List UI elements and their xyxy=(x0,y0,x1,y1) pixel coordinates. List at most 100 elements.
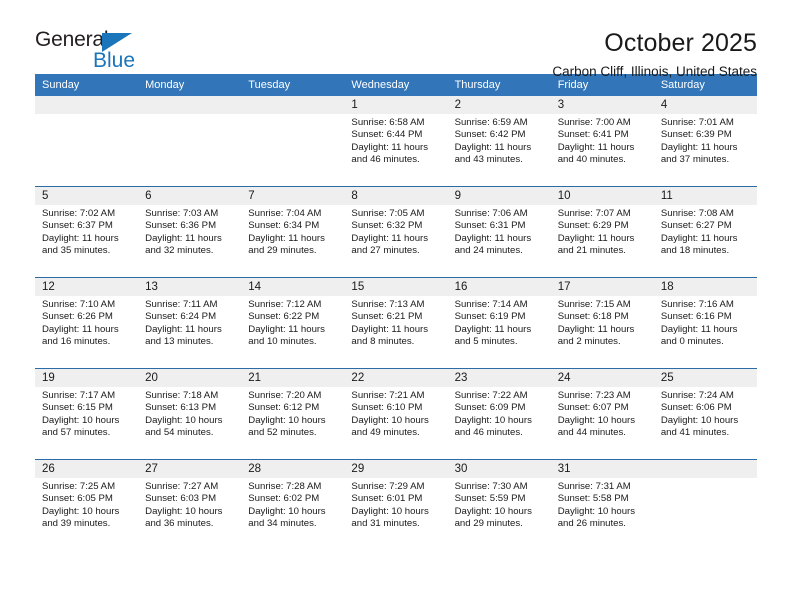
day-cell-8[interactable]: 8 Sunrise: 7:05 AM Sunset: 6:32 PM Daylight… xyxy=(344,186,448,278)
day-cell-inner: 4 Sunrise: 7:01 AM Sunset: 6:39 PM Daylight… xyxy=(653,96,757,186)
detail-sunset: Sunset: 6:12 PM xyxy=(248,402,320,414)
detail-sunset: Sunset: 6:37 PM xyxy=(42,220,113,232)
detail-sunset: Sunset: 6:18 PM xyxy=(557,311,629,323)
day-number: 13 xyxy=(138,278,242,296)
weekday-header-thursday: Thursday xyxy=(447,74,551,96)
general-blue-logo[interactable]: General Blue xyxy=(35,28,150,74)
day-cell-inner xyxy=(35,96,139,186)
detail-daylight-line2: and 29 minutes. xyxy=(248,245,317,257)
detail-sunrise: Sunrise: 7:28 AM xyxy=(248,481,322,492)
day-cell-inner: 7 Sunrise: 7:04 AM Sunset: 6:34 PM Daylight… xyxy=(241,187,345,277)
day-cell-13[interactable]: 13 Sunrise: 7:11 AM Sunset: 6:24 PM Dayligh… xyxy=(138,277,242,369)
day-number: 19 xyxy=(35,369,139,387)
day-cell-6[interactable]: 6 Sunrise: 7:03 AM Sunset: 6:36 PM Daylight… xyxy=(138,186,242,278)
day-cell-27[interactable]: 27 Sunrise: 7:27 AM Sunset: 6:03 PM Dayligh… xyxy=(138,459,242,550)
detail-sunrise: Sunrise: 7:22 AM xyxy=(454,390,528,401)
detail-sunrise: Sunrise: 7:14 AM xyxy=(454,299,528,310)
calendar-page: General Blue October 2025 Carbon Cliff, … xyxy=(0,0,792,612)
day-cell-inner: 27 Sunrise: 7:27 AM Sunset: 6:03 PM Dayligh… xyxy=(138,460,242,550)
day-cell-30[interactable]: 30 Sunrise: 7:30 AM Sunset: 5:59 PM Dayligh… xyxy=(447,459,551,550)
day-cell-inner: 17 Sunrise: 7:15 AM Sunset: 6:18 PM Dayligh… xyxy=(550,278,654,368)
detail-daylight-line1: Daylight: 10 hours xyxy=(42,505,120,517)
day-cell-9[interactable]: 9 Sunrise: 7:06 AM Sunset: 6:31 PM Daylight… xyxy=(447,186,551,278)
day-cell-15[interactable]: 15 Sunrise: 7:13 AM Sunset: 6:21 PM Dayligh… xyxy=(344,277,448,369)
detail-sunset: Sunset: 6:44 PM xyxy=(351,129,423,141)
day-details: Sunrise: 7:10 AM Sunset: 6:26 PM Daylight:… xyxy=(35,296,138,349)
day-cell-empty xyxy=(241,96,345,187)
day-cell-31[interactable]: 31 Sunrise: 7:31 AM Sunset: 5:58 PM Dayligh… xyxy=(550,459,654,550)
day-cell-25[interactable]: 25 Sunrise: 7:24 AM Sunset: 6:06 PM Dayligh… xyxy=(653,368,757,460)
detail-sunrise: Sunrise: 7:08 AM xyxy=(660,208,734,219)
detail-daylight-line1: Daylight: 10 hours xyxy=(42,414,120,426)
day-cell-20[interactable]: 20 Sunrise: 7:18 AM Sunset: 6:13 PM Dayligh… xyxy=(138,368,242,460)
day-number: 27 xyxy=(138,460,242,478)
day-cell-14[interactable]: 14 Sunrise: 7:12 AM Sunset: 6:22 PM Dayligh… xyxy=(241,277,345,369)
day-number: 9 xyxy=(447,187,551,205)
detail-sunset: Sunset: 6:26 PM xyxy=(42,311,113,323)
day-number: 8 xyxy=(344,187,448,205)
day-cell-28[interactable]: 28 Sunrise: 7:28 AM Sunset: 6:02 PM Dayligh… xyxy=(241,459,345,550)
detail-daylight-line2: and 41 minutes. xyxy=(660,427,730,439)
day-cell-10[interactable]: 10 Sunrise: 7:07 AM Sunset: 6:29 PM Dayligh… xyxy=(550,186,654,278)
day-cell-18[interactable]: 18 Sunrise: 7:16 AM Sunset: 6:16 PM Dayligh… xyxy=(653,277,757,369)
detail-daylight-line1: Daylight: 10 hours xyxy=(351,505,429,517)
day-number: 26 xyxy=(35,460,139,478)
detail-sunset: Sunset: 6:39 PM xyxy=(660,129,732,141)
day-number: 23 xyxy=(447,369,551,387)
day-details: Sunrise: 7:31 AM Sunset: 5:58 PM Daylight:… xyxy=(551,478,654,531)
calendar-week-row: 1 Sunrise: 6:58 AM Sunset: 6:44 PM Daylight… xyxy=(35,96,757,187)
day-cell-inner: 22 Sunrise: 7:21 AM Sunset: 6:10 PM Dayligh… xyxy=(344,369,448,459)
detail-sunset: Sunset: 6:05 PM xyxy=(42,493,113,505)
day-cell-inner: 11 Sunrise: 7:08 AM Sunset: 6:27 PM Dayligh… xyxy=(653,187,757,277)
weekday-header-monday: Monday xyxy=(138,74,242,96)
day-cell-21[interactable]: 21 Sunrise: 7:20 AM Sunset: 6:12 PM Dayligh… xyxy=(241,368,345,460)
day-cell-12[interactable]: 12 Sunrise: 7:10 AM Sunset: 6:26 PM Dayligh… xyxy=(35,277,139,369)
detail-sunrise: Sunrise: 7:29 AM xyxy=(351,481,425,492)
detail-sunrise: Sunrise: 7:02 AM xyxy=(42,208,116,219)
detail-daylight-line2: and 32 minutes. xyxy=(145,245,214,257)
day-number: 16 xyxy=(447,278,551,296)
day-cell-29[interactable]: 29 Sunrise: 7:29 AM Sunset: 6:01 PM Dayligh… xyxy=(344,459,448,550)
detail-sunrise: Sunrise: 7:06 AM xyxy=(454,208,528,219)
day-details: Sunrise: 7:21 AM Sunset: 6:10 PM Daylight:… xyxy=(344,387,447,440)
day-cell-22[interactable]: 22 Sunrise: 7:21 AM Sunset: 6:10 PM Dayligh… xyxy=(344,368,448,460)
day-number: 14 xyxy=(241,278,345,296)
detail-sunset: Sunset: 6:34 PM xyxy=(248,220,320,232)
day-cell-1[interactable]: 1 Sunrise: 6:58 AM Sunset: 6:44 PM Daylight… xyxy=(344,96,448,187)
day-cell-5[interactable]: 5 Sunrise: 7:02 AM Sunset: 6:37 PM Daylight… xyxy=(35,186,139,278)
day-cell-17[interactable]: 17 Sunrise: 7:15 AM Sunset: 6:18 PM Dayligh… xyxy=(550,277,654,369)
detail-daylight-line2: and 10 minutes. xyxy=(248,336,317,348)
day-cell-inner: 31 Sunrise: 7:31 AM Sunset: 5:58 PM Dayligh… xyxy=(550,460,654,550)
day-number: 3 xyxy=(550,96,654,114)
day-cell-inner: 20 Sunrise: 7:18 AM Sunset: 6:13 PM Dayligh… xyxy=(138,369,242,459)
day-cell-11[interactable]: 11 Sunrise: 7:08 AM Sunset: 6:27 PM Dayligh… xyxy=(653,186,757,278)
detail-daylight-line2: and 43 minutes. xyxy=(454,154,523,166)
detail-daylight-line1: Daylight: 11 hours xyxy=(557,323,635,335)
day-cell-3[interactable]: 3 Sunrise: 7:00 AM Sunset: 6:41 PM Daylight… xyxy=(550,96,654,187)
day-cell-24[interactable]: 24 Sunrise: 7:23 AM Sunset: 6:07 PM Dayligh… xyxy=(550,368,654,460)
day-cell-23[interactable]: 23 Sunrise: 7:22 AM Sunset: 6:09 PM Dayligh… xyxy=(447,368,551,460)
day-cell-2[interactable]: 2 Sunrise: 6:59 AM Sunset: 6:42 PM Daylight… xyxy=(447,96,551,187)
day-cell-inner: 29 Sunrise: 7:29 AM Sunset: 6:01 PM Dayligh… xyxy=(344,460,448,550)
detail-sunrise: Sunrise: 7:23 AM xyxy=(557,390,631,401)
detail-sunrise: Sunrise: 7:31 AM xyxy=(557,481,631,492)
day-cell-16[interactable]: 16 Sunrise: 7:14 AM Sunset: 6:19 PM Dayligh… xyxy=(447,277,551,369)
detail-daylight-line1: Daylight: 10 hours xyxy=(351,414,429,426)
detail-sunrise: Sunrise: 7:15 AM xyxy=(557,299,631,310)
day-cell-26[interactable]: 26 Sunrise: 7:25 AM Sunset: 6:05 PM Dayligh… xyxy=(35,459,139,550)
day-details: Sunrise: 7:14 AM Sunset: 6:19 PM Daylight:… xyxy=(448,296,551,349)
day-number: 31 xyxy=(550,460,654,478)
day-details: Sunrise: 7:27 AM Sunset: 6:03 PM Daylight:… xyxy=(138,478,241,531)
detail-daylight-line1: Daylight: 11 hours xyxy=(351,323,429,335)
detail-daylight-line1: Daylight: 10 hours xyxy=(454,505,532,517)
day-cell-inner: 1 Sunrise: 6:58 AM Sunset: 6:44 PM Daylight… xyxy=(344,96,448,186)
day-cell-19[interactable]: 19 Sunrise: 7:17 AM Sunset: 6:15 PM Dayligh… xyxy=(35,368,139,460)
detail-sunrise: Sunrise: 7:27 AM xyxy=(145,481,219,492)
day-cell-4[interactable]: 4 Sunrise: 7:01 AM Sunset: 6:39 PM Daylight… xyxy=(653,96,757,187)
day-details: Sunrise: 7:24 AM Sunset: 6:06 PM Daylight:… xyxy=(654,387,757,440)
day-number xyxy=(138,96,242,114)
day-cell-7[interactable]: 7 Sunrise: 7:04 AM Sunset: 6:34 PM Daylight… xyxy=(241,186,345,278)
day-details: Sunrise: 7:17 AM Sunset: 6:15 PM Daylight:… xyxy=(35,387,138,440)
day-details: Sunrise: 7:15 AM Sunset: 6:18 PM Daylight:… xyxy=(551,296,654,349)
detail-daylight-line2: and 18 minutes. xyxy=(660,245,730,257)
